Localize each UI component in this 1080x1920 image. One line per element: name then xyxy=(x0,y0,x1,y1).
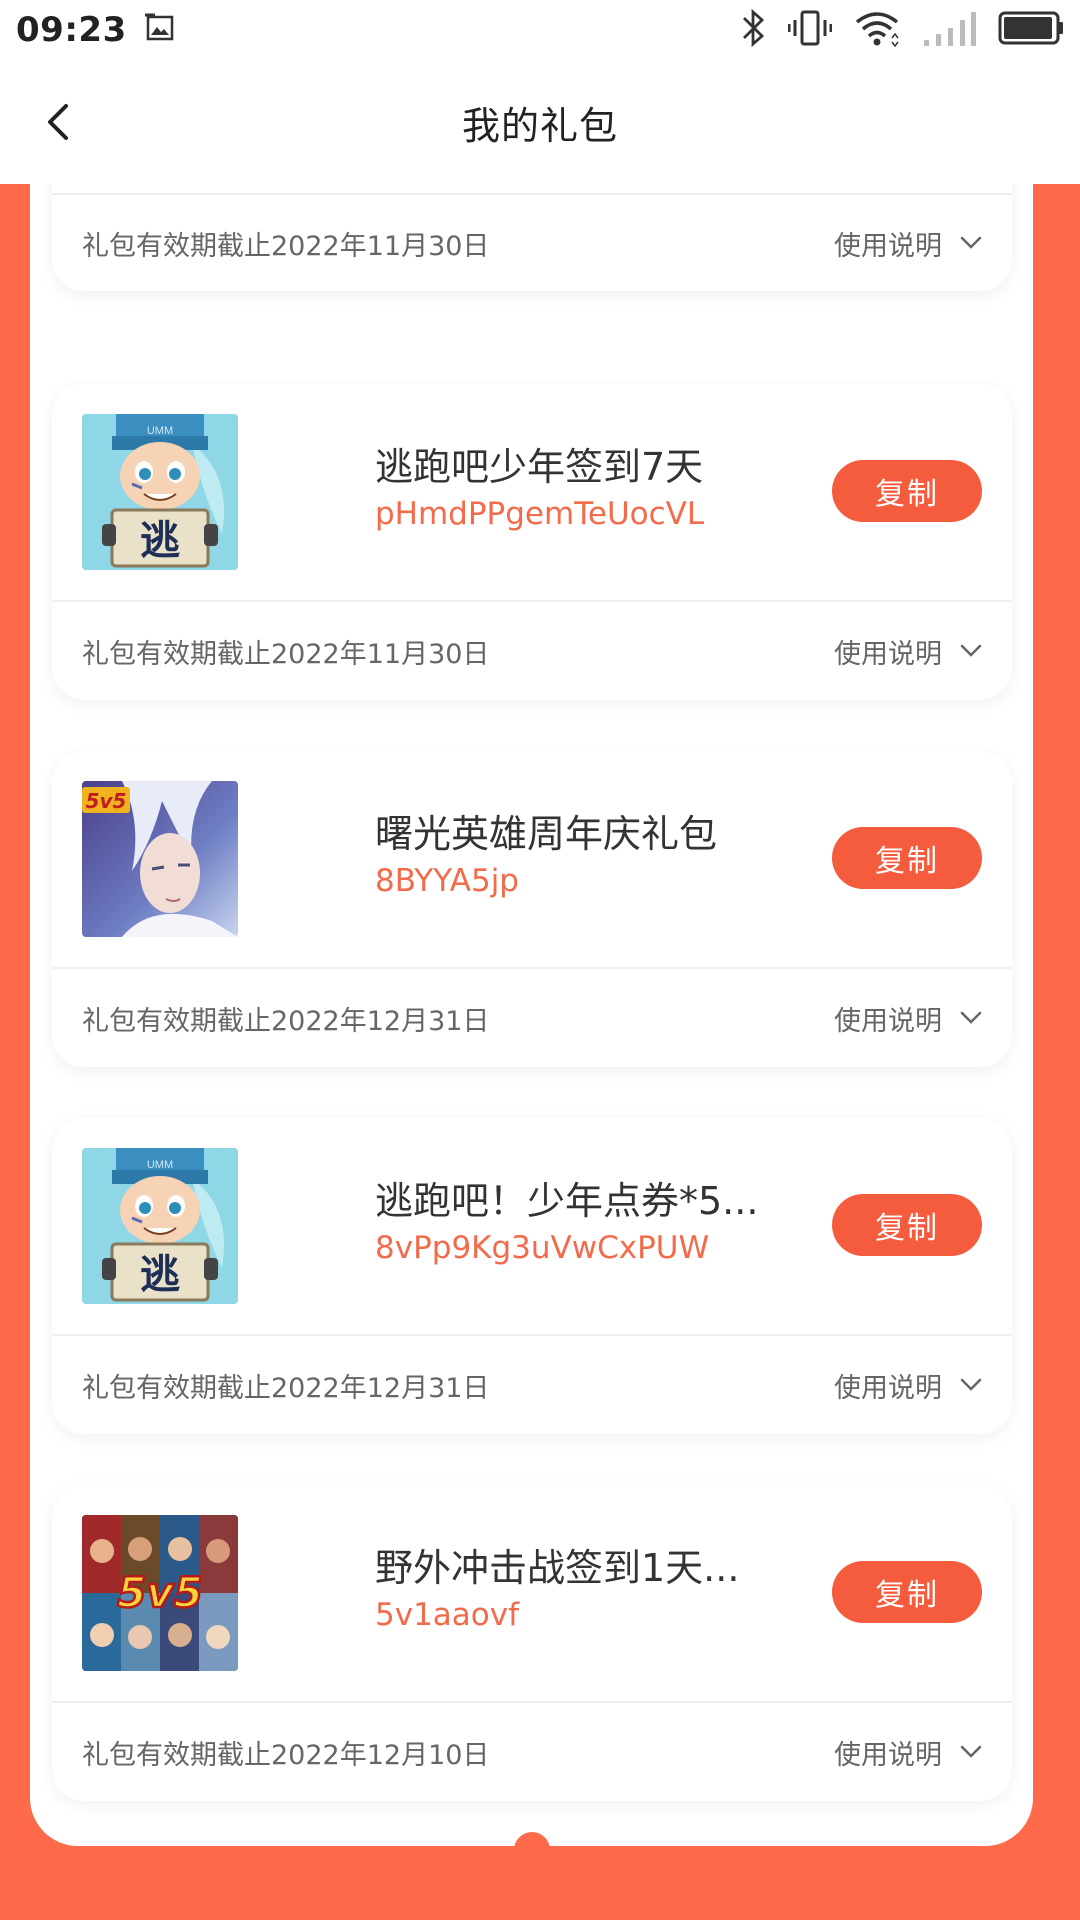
gift-card: 5v5 野外冲击战签到1天... 5v1aaovf 复制 礼包有效期截止2022… xyxy=(52,1485,1012,1801)
back-button[interactable] xyxy=(38,102,78,142)
chevron-down-icon xyxy=(960,1745,982,1758)
gift-name: 曙光英雄周年庆礼包 xyxy=(375,812,718,856)
page-header: 我的礼包 xyxy=(0,60,1080,184)
usage-instructions-toggle[interactable]: 使用说明 xyxy=(834,1366,982,1405)
vibrate-icon xyxy=(787,8,833,52)
svg-text:逃: 逃 xyxy=(140,518,180,564)
gift-name: 逃跑吧！少年点券*5... xyxy=(375,1179,759,1223)
usage-label: 使用说明 xyxy=(834,1005,942,1037)
usage-instructions-toggle[interactable]: 使用说明 xyxy=(834,999,982,1038)
escape-boy-game-icon: UMM 逃 xyxy=(82,414,238,570)
gift-name: 逃跑吧少年签到7天 xyxy=(375,445,704,489)
svg-text:UMM: UMM xyxy=(147,1159,173,1171)
image-notification-icon xyxy=(144,13,175,47)
status-time: 09:23 xyxy=(16,10,127,50)
escape-boy-game-icon: UMM 逃 xyxy=(82,1148,238,1304)
gift-code: 8BYYA5jp xyxy=(375,863,519,899)
gift-code: 8vPp9Kg3uVwCxPUW xyxy=(375,1230,710,1266)
status-bar: 09:23 xyxy=(0,0,1080,60)
gift-code: pHmdPPgemTeUocVL xyxy=(375,496,705,532)
copy-button[interactable]: 复制 xyxy=(832,460,982,522)
battery-icon xyxy=(998,10,1064,50)
expiry-text: 礼包有效期截止2022年12月31日 xyxy=(82,1005,490,1037)
gift-list[interactable]: 礼包有效期截止2022年11月30日 使用说明 UMM 逃 逃跑吧少年签到7天 … xyxy=(30,184,1033,1846)
page-title: 我的礼包 xyxy=(461,103,618,148)
chevron-down-icon xyxy=(960,236,982,249)
svg-text:逃: 逃 xyxy=(140,1252,180,1298)
gift-card: UMM 逃 逃跑吧少年签到7天 pHmdPPgemTeUocVL 复制 礼包有效… xyxy=(52,384,1012,700)
svg-text:UMM: UMM xyxy=(147,425,173,437)
expiry-text: 礼包有效期截止2022年12月10日 xyxy=(82,1739,490,1771)
chevron-left-icon xyxy=(48,104,68,140)
svg-text:5v5: 5v5 xyxy=(117,1568,203,1617)
gift-card: UMM 逃 逃跑吧！少年点券*5... 8vPp9Kg3uVwCxPUW 复制 … xyxy=(52,1118,1012,1434)
usage-instructions-toggle[interactable]: 使用说明 xyxy=(834,224,982,263)
copy-button[interactable]: 复制 xyxy=(832,1561,982,1623)
usage-label: 使用说明 xyxy=(834,230,942,262)
chevron-down-icon xyxy=(960,1011,982,1024)
svg-text:5v5: 5v5 xyxy=(86,789,127,813)
usage-label: 使用说明 xyxy=(834,638,942,670)
expiry-text: 礼包有效期截止2022年11月30日 xyxy=(82,230,490,262)
bluetooth-icon xyxy=(740,8,766,52)
gift-name: 野外冲击战签到1天... xyxy=(375,1546,740,1590)
usage-label: 使用说明 xyxy=(834,1739,942,1771)
wild-battle-game-icon: 5v5 xyxy=(82,1515,238,1671)
copy-button[interactable]: 复制 xyxy=(832,827,982,889)
gift-code: 5v1aaovf xyxy=(375,1597,520,1633)
chevron-down-icon xyxy=(960,644,982,657)
usage-instructions-toggle[interactable]: 使用说明 xyxy=(834,632,982,671)
copy-button[interactable]: 复制 xyxy=(832,1194,982,1256)
gift-card: 5v5 曙光英雄周年庆礼包 8BYYA5jp 复制 礼包有效期截止2022年12… xyxy=(52,751,1012,1067)
signal-icon xyxy=(922,8,976,52)
wifi-icon xyxy=(854,8,900,52)
usage-label: 使用说明 xyxy=(834,1372,942,1404)
chevron-down-icon xyxy=(960,1378,982,1391)
expiry-text: 礼包有效期截止2022年12月31日 xyxy=(82,1372,490,1404)
scroll-indicator-dot xyxy=(514,1832,550,1868)
dawn-hero-game-icon: 5v5 xyxy=(82,781,238,937)
gift-card-partial: 礼包有效期截止2022年11月30日 使用说明 xyxy=(52,184,1012,291)
usage-instructions-toggle[interactable]: 使用说明 xyxy=(834,1733,982,1772)
expiry-text: 礼包有效期截止2022年11月30日 xyxy=(82,638,490,670)
